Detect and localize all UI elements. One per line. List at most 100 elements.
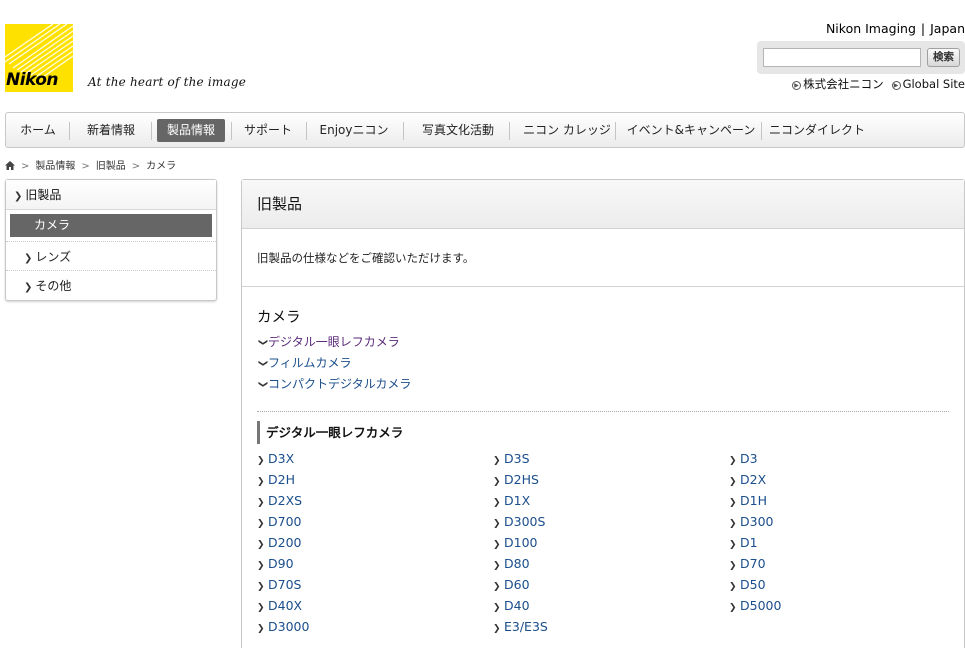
region-country[interactable]: Japan [930, 21, 965, 36]
model-link-label: D700 [268, 514, 302, 529]
breadcrumb-separator: > [21, 161, 30, 172]
model-link-label: D1 [740, 535, 758, 550]
nav-events[interactable]: イベント&キャンペーン [623, 119, 759, 142]
breadcrumb-products[interactable]: 製品情報 [35, 161, 75, 172]
search-input[interactable] [763, 48, 921, 67]
model-link[interactable]: ❯ D3S [493, 448, 530, 469]
model-link-label: D3 [740, 451, 758, 466]
model-link[interactable]: ❯ D700 [257, 511, 301, 532]
side-nav: ❯ 旧製品 カメラ ❯ レンズ ❯ その他 [5, 179, 217, 301]
side-nav-item-lens[interactable]: ❯ レンズ [6, 241, 216, 271]
model-link-label: D3X [268, 451, 295, 466]
anchor-link-digital-slr[interactable]: ❯デジタル一眼レフカメラ [257, 333, 411, 354]
breadcrumb-separator: > [81, 161, 90, 172]
model-link-label: D3000 [268, 619, 310, 634]
model-link-label: D70S [268, 577, 302, 592]
model-link[interactable]: ❯ D1 [729, 532, 758, 553]
anchor-link-film-camera[interactable]: ❯フィルムカメラ [257, 354, 411, 375]
chevron-down-icon: ❯ [257, 338, 268, 347]
breadcrumb: > 製品情報 > 旧製品 > カメラ [5, 157, 176, 172]
model-link[interactable]: ❯ D1X [493, 490, 530, 511]
model-link[interactable]: ❯ D100 [493, 532, 537, 553]
model-link-label: D90 [268, 556, 294, 571]
model-link-label: D2XS [268, 493, 303, 508]
nav-divider [306, 122, 307, 140]
nav-nikon-direct[interactable]: ニコンダイレクト [767, 119, 867, 142]
model-link[interactable]: ❯ D5000 [729, 595, 781, 616]
model-link[interactable]: ❯ D40 [493, 595, 530, 616]
model-link[interactable]: ❯ D3X [257, 448, 294, 469]
model-link[interactable]: ❯ D2XS [257, 490, 302, 511]
corp-link-label: 株式会社ニコン [803, 77, 884, 91]
nav-photo-culture[interactable]: 写真文化活動 [411, 119, 505, 142]
nav-enjoy-nikon[interactable]: Enjoyニコン [314, 119, 394, 142]
nav-divider [509, 122, 510, 140]
model-link-label: D2HS [504, 472, 539, 487]
model-link-label: D60 [504, 577, 530, 592]
nav-nikon-college[interactable]: ニコン カレッジ [517, 119, 617, 142]
breadcrumb-separator: > [131, 161, 141, 172]
nav-news[interactable]: 新着情報 [77, 119, 145, 142]
region-label: Nikon Imaging | Japan [826, 21, 965, 36]
model-link-label: E3/E3S [504, 619, 548, 634]
subsection-title: デジタル一眼レフカメラ [257, 421, 403, 444]
anchor-link-label: コンパクトデジタルカメラ [268, 377, 412, 391]
model-link[interactable]: ❯ D3000 [257, 616, 309, 637]
search-area: 検索 [757, 41, 965, 74]
region-separator: | [920, 21, 926, 36]
breadcrumb-old-products[interactable]: 旧製品 [96, 161, 126, 172]
model-link[interactable]: ❯ D60 [493, 574, 530, 595]
chevron-right-icon: ❯ [14, 191, 23, 202]
chevron-down-icon: ❯ [257, 359, 268, 368]
corporate-links: ▶ 株式会社ニコン ▶ Global Site [784, 76, 965, 92]
page-title: 旧製品 [242, 180, 964, 229]
corp-link-nikon-corp[interactable]: ▶ 株式会社ニコン [792, 77, 884, 91]
model-link[interactable]: ❯ D80 [493, 553, 530, 574]
arrow-circle-icon: ▶ [792, 81, 802, 90]
model-link[interactable]: ❯ D70 [729, 553, 766, 574]
model-link[interactable]: ❯ E3/E3S [493, 616, 548, 637]
nav-divider [761, 122, 762, 140]
tagline: At the heart of the image [88, 75, 247, 89]
corp-link-global-site[interactable]: ▶ Global Site [891, 77, 965, 91]
global-nav: ホーム 新着情報 製品情報 サポート Enjoyニコン 写真文化活動 ニコン カ… [5, 112, 965, 148]
model-link-label: D80 [504, 556, 530, 571]
chevron-right-icon: ❯ [24, 282, 33, 293]
side-nav-item-label: その他 [35, 279, 72, 293]
nikon-logo[interactable]: Nikon [5, 24, 73, 92]
model-link[interactable]: ❯ D3 [729, 448, 758, 469]
dotted-divider [257, 411, 949, 412]
nav-home[interactable]: ホーム [12, 119, 64, 142]
model-link[interactable]: ❯ D90 [257, 553, 294, 574]
model-link[interactable]: ❯ D50 [729, 574, 766, 595]
model-link[interactable]: ❯ D200 [257, 532, 301, 553]
nav-divider [615, 122, 616, 140]
nav-products[interactable]: 製品情報 [157, 119, 225, 142]
model-link-label: D300S [504, 514, 546, 529]
anchor-link-compact-digital[interactable]: ❯コンパクトデジタルカメラ [257, 375, 412, 396]
search-button[interactable]: 検索 [927, 48, 960, 67]
model-link[interactable]: ❯ D2HS [493, 469, 539, 490]
side-nav-item-camera[interactable]: カメラ [10, 214, 212, 237]
side-nav-item-other[interactable]: ❯ その他 [6, 271, 216, 301]
model-link[interactable]: ❯ D2H [257, 469, 295, 490]
breadcrumb-camera: カメラ [146, 161, 177, 172]
home-icon[interactable] [5, 161, 15, 170]
model-link[interactable]: ❯ D40X [257, 595, 302, 616]
nav-support[interactable]: サポート [238, 119, 298, 142]
side-nav-heading[interactable]: ❯ 旧製品 [6, 180, 216, 210]
model-link-label: D1H [740, 493, 767, 508]
model-link[interactable]: ❯ D2X [729, 469, 766, 490]
model-link[interactable]: ❯ D300S [493, 511, 545, 532]
model-link-label: D40X [268, 598, 303, 613]
model-link-label: D100 [504, 535, 538, 550]
model-link[interactable]: ❯ D70S [257, 574, 301, 595]
model-link[interactable]: ❯ D1H [729, 490, 767, 511]
model-link[interactable]: ❯ D300 [729, 511, 773, 532]
nav-divider [151, 122, 152, 140]
anchor-link-label: デジタル一眼レフカメラ [268, 335, 400, 349]
section-title: カメラ [257, 310, 301, 326]
main-content: 旧製品 旧製品の仕様などをご確認いただけます。 カメラ ❯デジタル一眼レフカメラ… [241, 179, 965, 648]
anchor-links: ❯デジタル一眼レフカメラ ❯フィルムカメラ ❯コンパクトデジタルカメラ [257, 333, 412, 396]
region-brand[interactable]: Nikon Imaging [826, 21, 916, 36]
